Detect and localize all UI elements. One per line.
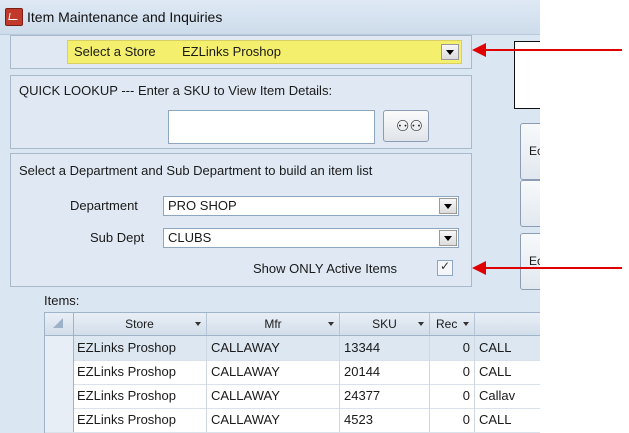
items-label: Items:	[44, 293, 80, 308]
chevron-down-icon[interactable]	[441, 44, 459, 60]
cell-mfr[interactable]: CALLAWAY	[207, 336, 340, 360]
select-all-corner[interactable]	[45, 313, 74, 335]
grid-header: Store Mfr SKU Rec	[45, 313, 540, 336]
active-items-checkbox[interactable]: ✓	[437, 259, 453, 276]
annotation-arrow-store-line	[484, 49, 622, 51]
cell-mfr[interactable]: CALLAWAY	[207, 384, 340, 408]
row-selector[interactable]	[45, 360, 74, 384]
cell-mfr[interactable]: CALLAWAY	[207, 360, 340, 384]
right-button-3-label: Ec	[529, 254, 540, 268]
right-button-1[interactable]: Ec	[520, 123, 540, 180]
store-select[interactable]: EZLinks Proshop	[177, 42, 461, 62]
column-header-desc[interactable]	[475, 313, 540, 335]
subdept-select-value: CLUBS	[168, 230, 212, 245]
table-row[interactable]: EZLinks Proshop CALLAWAY 20144 0 CALL	[45, 360, 540, 385]
column-header-mfr[interactable]: Mfr	[207, 313, 340, 335]
cell-store[interactable]: EZLinks Proshop	[73, 408, 207, 432]
cell-rec[interactable]: 0	[430, 360, 475, 384]
info-box	[514, 41, 540, 109]
cell-store[interactable]: EZLinks Proshop	[73, 360, 207, 384]
table-row[interactable]: EZLinks Proshop CALLAWAY 4523 0 CALL	[45, 408, 540, 433]
cell-store[interactable]: EZLinks Proshop	[73, 336, 207, 360]
chevron-down-icon[interactable]	[439, 230, 457, 246]
cell-rec[interactable]: 0	[430, 336, 475, 360]
right-button-3[interactable]: Ec	[520, 233, 540, 290]
column-header-sku[interactable]: SKU	[340, 313, 430, 335]
annotation-arrow-active-head	[472, 261, 486, 275]
active-items-label: Show ONLY Active Items	[253, 261, 398, 276]
department-select-value: PRO SHOP	[168, 198, 237, 213]
sku-input[interactable]	[168, 110, 375, 144]
row-selector[interactable]	[45, 336, 74, 360]
cell-sku[interactable]: 13344	[340, 336, 430, 360]
annotation-arrow-active-line	[484, 267, 622, 269]
items-grid[interactable]: Store Mfr SKU Rec EZLinks Proshop CALLAWA…	[44, 312, 540, 433]
annotation-arrow-store-head	[472, 43, 486, 57]
cell-desc[interactable]: CALL	[475, 360, 540, 384]
department-label: Department	[70, 198, 138, 213]
quick-lookup-title: QUICK LOOKUP --- Enter a SKU to View Ite…	[19, 83, 333, 98]
department-panel-title: Select a Department and Sub Department t…	[19, 163, 373, 178]
department-select[interactable]: PRO SHOP	[163, 196, 459, 216]
subdept-label: Sub Dept	[90, 230, 145, 245]
cell-desc[interactable]: Callav	[475, 384, 540, 408]
column-header-store[interactable]: Store	[73, 313, 207, 335]
cell-rec[interactable]: 0	[430, 408, 475, 432]
chevron-down-icon[interactable]	[439, 198, 457, 214]
row-selector[interactable]	[45, 408, 74, 432]
cell-sku[interactable]: 4523	[340, 408, 430, 432]
column-header-rec[interactable]: Rec	[430, 313, 475, 335]
cell-mfr[interactable]: CALLAWAY	[207, 408, 340, 432]
cell-desc[interactable]: CALL	[475, 408, 540, 432]
store-select-value: EZLinks Proshop	[182, 44, 281, 59]
binoculars-search-button[interactable]: ⚇⚇	[383, 110, 429, 142]
column-filter-icon[interactable]	[328, 322, 334, 326]
right-button-1-label: Ec	[529, 144, 540, 158]
right-button-2[interactable]	[520, 180, 540, 227]
app-icon	[5, 8, 23, 26]
item-maintenance-window: Item Maintenance and Inquiries Select a …	[0, 0, 540, 433]
window-title: Item Maintenance and Inquiries	[27, 9, 223, 25]
row-selector[interactable]	[45, 384, 74, 408]
cell-desc[interactable]: CALL	[475, 336, 540, 360]
store-label: Select a Store	[74, 44, 156, 59]
binoculars-icon: ⚇⚇	[396, 118, 423, 135]
column-filter-icon[interactable]	[463, 322, 469, 326]
table-row[interactable]: EZLinks Proshop CALLAWAY 24377 0 Callav	[45, 384, 540, 409]
store-row: Select a Store EZLinks Proshop	[67, 40, 462, 64]
column-filter-icon[interactable]	[195, 322, 201, 326]
cell-sku[interactable]: 24377	[340, 384, 430, 408]
column-filter-icon[interactable]	[418, 322, 424, 326]
cell-store[interactable]: EZLinks Proshop	[73, 384, 207, 408]
checkmark-icon: ✓	[440, 259, 451, 273]
table-row[interactable]: EZLinks Proshop CALLAWAY 13344 0 CALL	[45, 336, 540, 361]
cell-rec[interactable]: 0	[430, 384, 475, 408]
cell-sku[interactable]: 20144	[340, 360, 430, 384]
subdept-select[interactable]: CLUBS	[163, 228, 459, 248]
title-bar: Item Maintenance and Inquiries	[0, 0, 540, 35]
